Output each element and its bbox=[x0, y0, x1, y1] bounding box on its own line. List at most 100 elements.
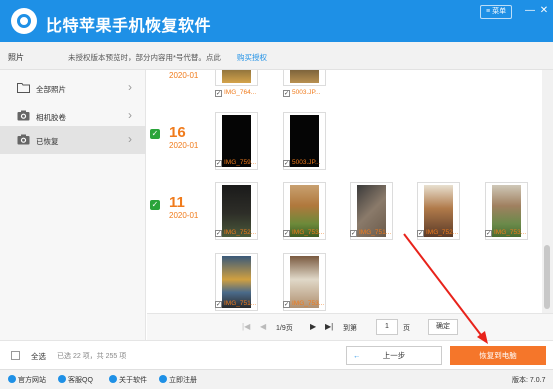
scrollbar-thumb[interactable] bbox=[544, 245, 550, 309]
checkbox-icon[interactable]: ✓ bbox=[283, 230, 290, 237]
photo-item[interactable]: ✓ IMG_751... bbox=[215, 300, 256, 310]
goto-label: 到第 bbox=[343, 325, 357, 332]
sidebar-item-all-photos[interactable]: 全部照片 › bbox=[0, 74, 146, 102]
action-bar: 全选 已选 22 项，共 255 项 ← 上一步 恢复到电脑 bbox=[0, 340, 553, 369]
checkbox-icon[interactable]: ✓ bbox=[283, 301, 290, 308]
previous-step-button[interactable]: ← 上一步 bbox=[346, 346, 442, 365]
menu-label: 菜单 bbox=[492, 8, 507, 15]
photo-grid: 2020-01 ✓ IMG_764... ✓ 5003.JP... ✓ 16 202… bbox=[147, 70, 553, 313]
title-bar: 比特苹果手机恢复软件 ≡ 菜单 — ✕ bbox=[0, 0, 553, 42]
sidebar: 全部照片 › 相机胶卷 › 已恢复 › bbox=[0, 70, 146, 340]
notice-bar: 照片 未授权版本预览时，部分内容用*号代替。点此 购买授权 bbox=[0, 42, 553, 70]
group-date: 2020-01 bbox=[169, 71, 199, 80]
minimize-button[interactable]: — bbox=[524, 4, 536, 18]
camera-icon bbox=[17, 134, 30, 145]
photo-image bbox=[290, 70, 319, 83]
photo-item[interactable]: ✓ 5003.JP... bbox=[283, 89, 320, 99]
chevron-right-icon: › bbox=[128, 132, 132, 146]
close-button[interactable]: ✕ bbox=[538, 4, 550, 18]
footer-link-label: 官方网站 bbox=[18, 377, 46, 384]
photo-filename: IMG_751... bbox=[359, 229, 392, 236]
sidebar-item-recovered[interactable]: 已恢复 › bbox=[0, 126, 146, 154]
select-all-checkbox[interactable] bbox=[11, 351, 20, 360]
sidebar-item-label: 相机胶卷 bbox=[36, 113, 66, 122]
register-link[interactable]: 立即注册 bbox=[159, 375, 197, 385]
page-unit-label: 页 bbox=[403, 325, 410, 332]
checkbox-icon[interactable]: ✓ bbox=[283, 90, 290, 97]
photo-thumbnail[interactable] bbox=[283, 70, 326, 86]
pagination: |◀ ◀ 1/9页 ▶ ▶| 到第 1 页 确定 bbox=[147, 313, 553, 340]
photo-filename: 5003.JP... bbox=[292, 89, 321, 96]
sidebar-item-label: 全部照片 bbox=[36, 85, 66, 94]
footer-link-label: 客服QQ bbox=[68, 377, 93, 384]
checkbox-icon[interactable]: ✓ bbox=[485, 230, 492, 237]
arrow-left-icon: ← bbox=[353, 351, 361, 360]
last-page-button[interactable]: ▶| bbox=[325, 322, 333, 331]
recover-to-computer-button[interactable]: 恢复到电脑 bbox=[450, 346, 546, 365]
next-page-button[interactable]: ▶ bbox=[310, 322, 316, 331]
photo-filename: 5003.JP... bbox=[292, 159, 321, 166]
page-number-input[interactable]: 1 bbox=[376, 319, 398, 335]
checkbox-icon[interactable]: ✓ bbox=[215, 90, 222, 97]
list-icon: ≡ bbox=[486, 8, 491, 15]
footer: 官方网站 客服QQ 关于软件 立即注册 版本: 7.0.7 bbox=[0, 369, 553, 389]
footer-link-label: 关于软件 bbox=[119, 377, 147, 384]
photo-filename: IMG_751... bbox=[224, 300, 257, 307]
photo-item[interactable]: ✓ IMG_753... bbox=[283, 229, 324, 239]
photo-filename: IMG_764... bbox=[224, 89, 257, 96]
footer-link-label: 立即注册 bbox=[169, 377, 197, 384]
folder-icon bbox=[17, 83, 30, 93]
section-title: 照片 bbox=[8, 53, 24, 62]
checkbox-icon[interactable]: ✓ bbox=[215, 230, 222, 237]
photo-item[interactable]: ✓ IMG_752... bbox=[215, 229, 256, 239]
buy-license-link[interactable]: 购买授权 bbox=[237, 52, 267, 63]
photo-item[interactable]: ✓ 5003.JP... bbox=[283, 159, 320, 169]
app-logo-icon bbox=[11, 8, 37, 34]
info-icon bbox=[109, 375, 117, 383]
photo-thumbnail[interactable] bbox=[215, 70, 258, 86]
chevron-right-icon: › bbox=[128, 80, 132, 94]
select-all-label: 全选 bbox=[31, 352, 46, 361]
about-link[interactable]: 关于软件 bbox=[109, 375, 147, 385]
checkbox-icon[interactable]: ✓ bbox=[417, 230, 424, 237]
camera-icon bbox=[17, 110, 30, 121]
sidebar-item-label: 已恢复 bbox=[36, 137, 59, 146]
photo-item[interactable]: ✓ IMG_759... bbox=[215, 159, 256, 169]
group-date: 2020-01 bbox=[169, 141, 199, 150]
checkbox-icon[interactable]: ✓ bbox=[215, 160, 222, 167]
photo-item[interactable]: ✓ IMG_752... bbox=[417, 229, 458, 239]
photo-filename: IMG_752... bbox=[224, 229, 257, 236]
first-page-button[interactable]: |◀ bbox=[242, 322, 250, 331]
photo-item[interactable]: ✓ IMG_751... bbox=[350, 229, 391, 239]
vertical-scrollbar[interactable] bbox=[542, 70, 553, 313]
group-checkbox[interactable]: ✓ bbox=[150, 200, 160, 210]
photo-item[interactable]: ✓ IMG_753... bbox=[283, 300, 324, 310]
official-site-link[interactable]: 官方网站 bbox=[8, 375, 46, 385]
app-title: 比特苹果手机恢复软件 bbox=[46, 18, 212, 35]
prev-page-button[interactable]: ◀ bbox=[260, 322, 266, 331]
register-icon bbox=[159, 375, 167, 383]
confirm-page-button[interactable]: 确定 bbox=[428, 319, 458, 335]
photo-filename: IMG_759... bbox=[224, 159, 257, 166]
menu-button[interactable]: ≡ 菜单 bbox=[480, 5, 513, 19]
selection-count: 已选 22 项，共 255 项 bbox=[57, 353, 127, 360]
checkbox-icon[interactable]: ✓ bbox=[215, 301, 222, 308]
support-qq-link[interactable]: 客服QQ bbox=[58, 375, 93, 385]
qq-icon bbox=[58, 375, 66, 383]
group-checkbox[interactable]: ✓ bbox=[150, 129, 160, 139]
chevron-right-icon: › bbox=[128, 108, 132, 122]
previous-step-label: 上一步 bbox=[382, 351, 406, 360]
group-day: 16 bbox=[169, 124, 186, 141]
photo-filename: IMG_752... bbox=[426, 229, 459, 236]
photo-filename: IMG_753... bbox=[292, 300, 325, 307]
photo-item[interactable]: ✓ IMG_753... bbox=[485, 229, 526, 239]
group-day: 11 bbox=[169, 194, 185, 211]
checkbox-icon[interactable]: ✓ bbox=[283, 160, 290, 167]
page-info: 1/9页 bbox=[276, 325, 293, 332]
photo-item[interactable]: ✓ IMG_764... bbox=[215, 89, 256, 99]
checkbox-icon[interactable]: ✓ bbox=[350, 230, 357, 237]
photo-filename: IMG_753... bbox=[292, 229, 325, 236]
notice-text: 未授权版本预览时，部分内容用*号代替。点此 bbox=[68, 53, 221, 62]
version-label: 版本: 7.0.7 bbox=[512, 377, 546, 384]
group-date: 2020-01 bbox=[169, 211, 199, 220]
